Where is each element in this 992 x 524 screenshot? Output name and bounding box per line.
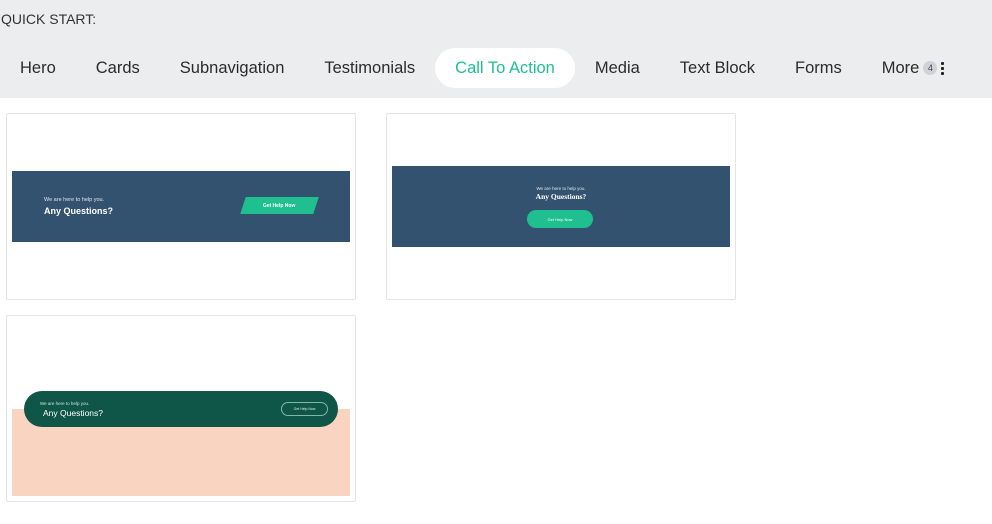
tab-media[interactable]: Media [575,48,660,88]
tab-cards[interactable]: Cards [76,48,160,88]
cta-heading: Any Questions? [44,206,114,216]
cta-preview-button: Get Help Now [527,210,593,228]
cta-heading: Any Questions? [43,408,104,418]
cta-template-card-3[interactable]: We are here to help you. Any Questions? … [6,315,356,502]
tab-hero[interactable]: Hero [0,48,76,88]
category-tabs: Hero Cards Subnavigation Testimonials Ca… [0,48,964,88]
cta-template-card-1[interactable]: We are here to help you. Any Questions? … [6,113,356,300]
tab-text-block[interactable]: Text Block [660,48,775,88]
cta-button-label: Get Help Now [263,202,296,209]
cta-preview-button: Get Help Now [281,402,328,416]
cta-preview-button: Get Help Now [240,197,319,214]
cta-subtext: We are here to help you. [40,401,90,406]
more-count-badge: 4 [923,61,938,75]
cta-subtext: We are here to help you. [536,186,586,191]
tab-call-to-action[interactable]: Call To Action [435,48,575,88]
quick-start-label: QUICK START: [1,11,97,27]
quick-start-bar: QUICK START: Hero Cards Subnavigation Te… [0,0,992,98]
cta-heading: Any Questions? [535,192,587,201]
tab-more[interactable]: More 4 [862,48,965,88]
cta-template-card-2[interactable]: We are here to help you. Any Questions? … [386,113,736,300]
kebab-vertical-icon [941,61,945,75]
more-label: More [881,58,920,77]
cta-preview-banner: We are here to help you. Any Questions? … [392,166,730,247]
cta-preview-banner: We are here to help you. Any Questions? … [24,391,338,427]
cta-subtext: We are here to help you. [44,197,105,203]
tab-testimonials[interactable]: Testimonials [304,48,435,88]
tab-forms[interactable]: Forms [775,48,862,88]
tab-subnavigation[interactable]: Subnavigation [160,48,305,88]
cta-preview-banner: We are here to help you. Any Questions? … [12,171,350,242]
